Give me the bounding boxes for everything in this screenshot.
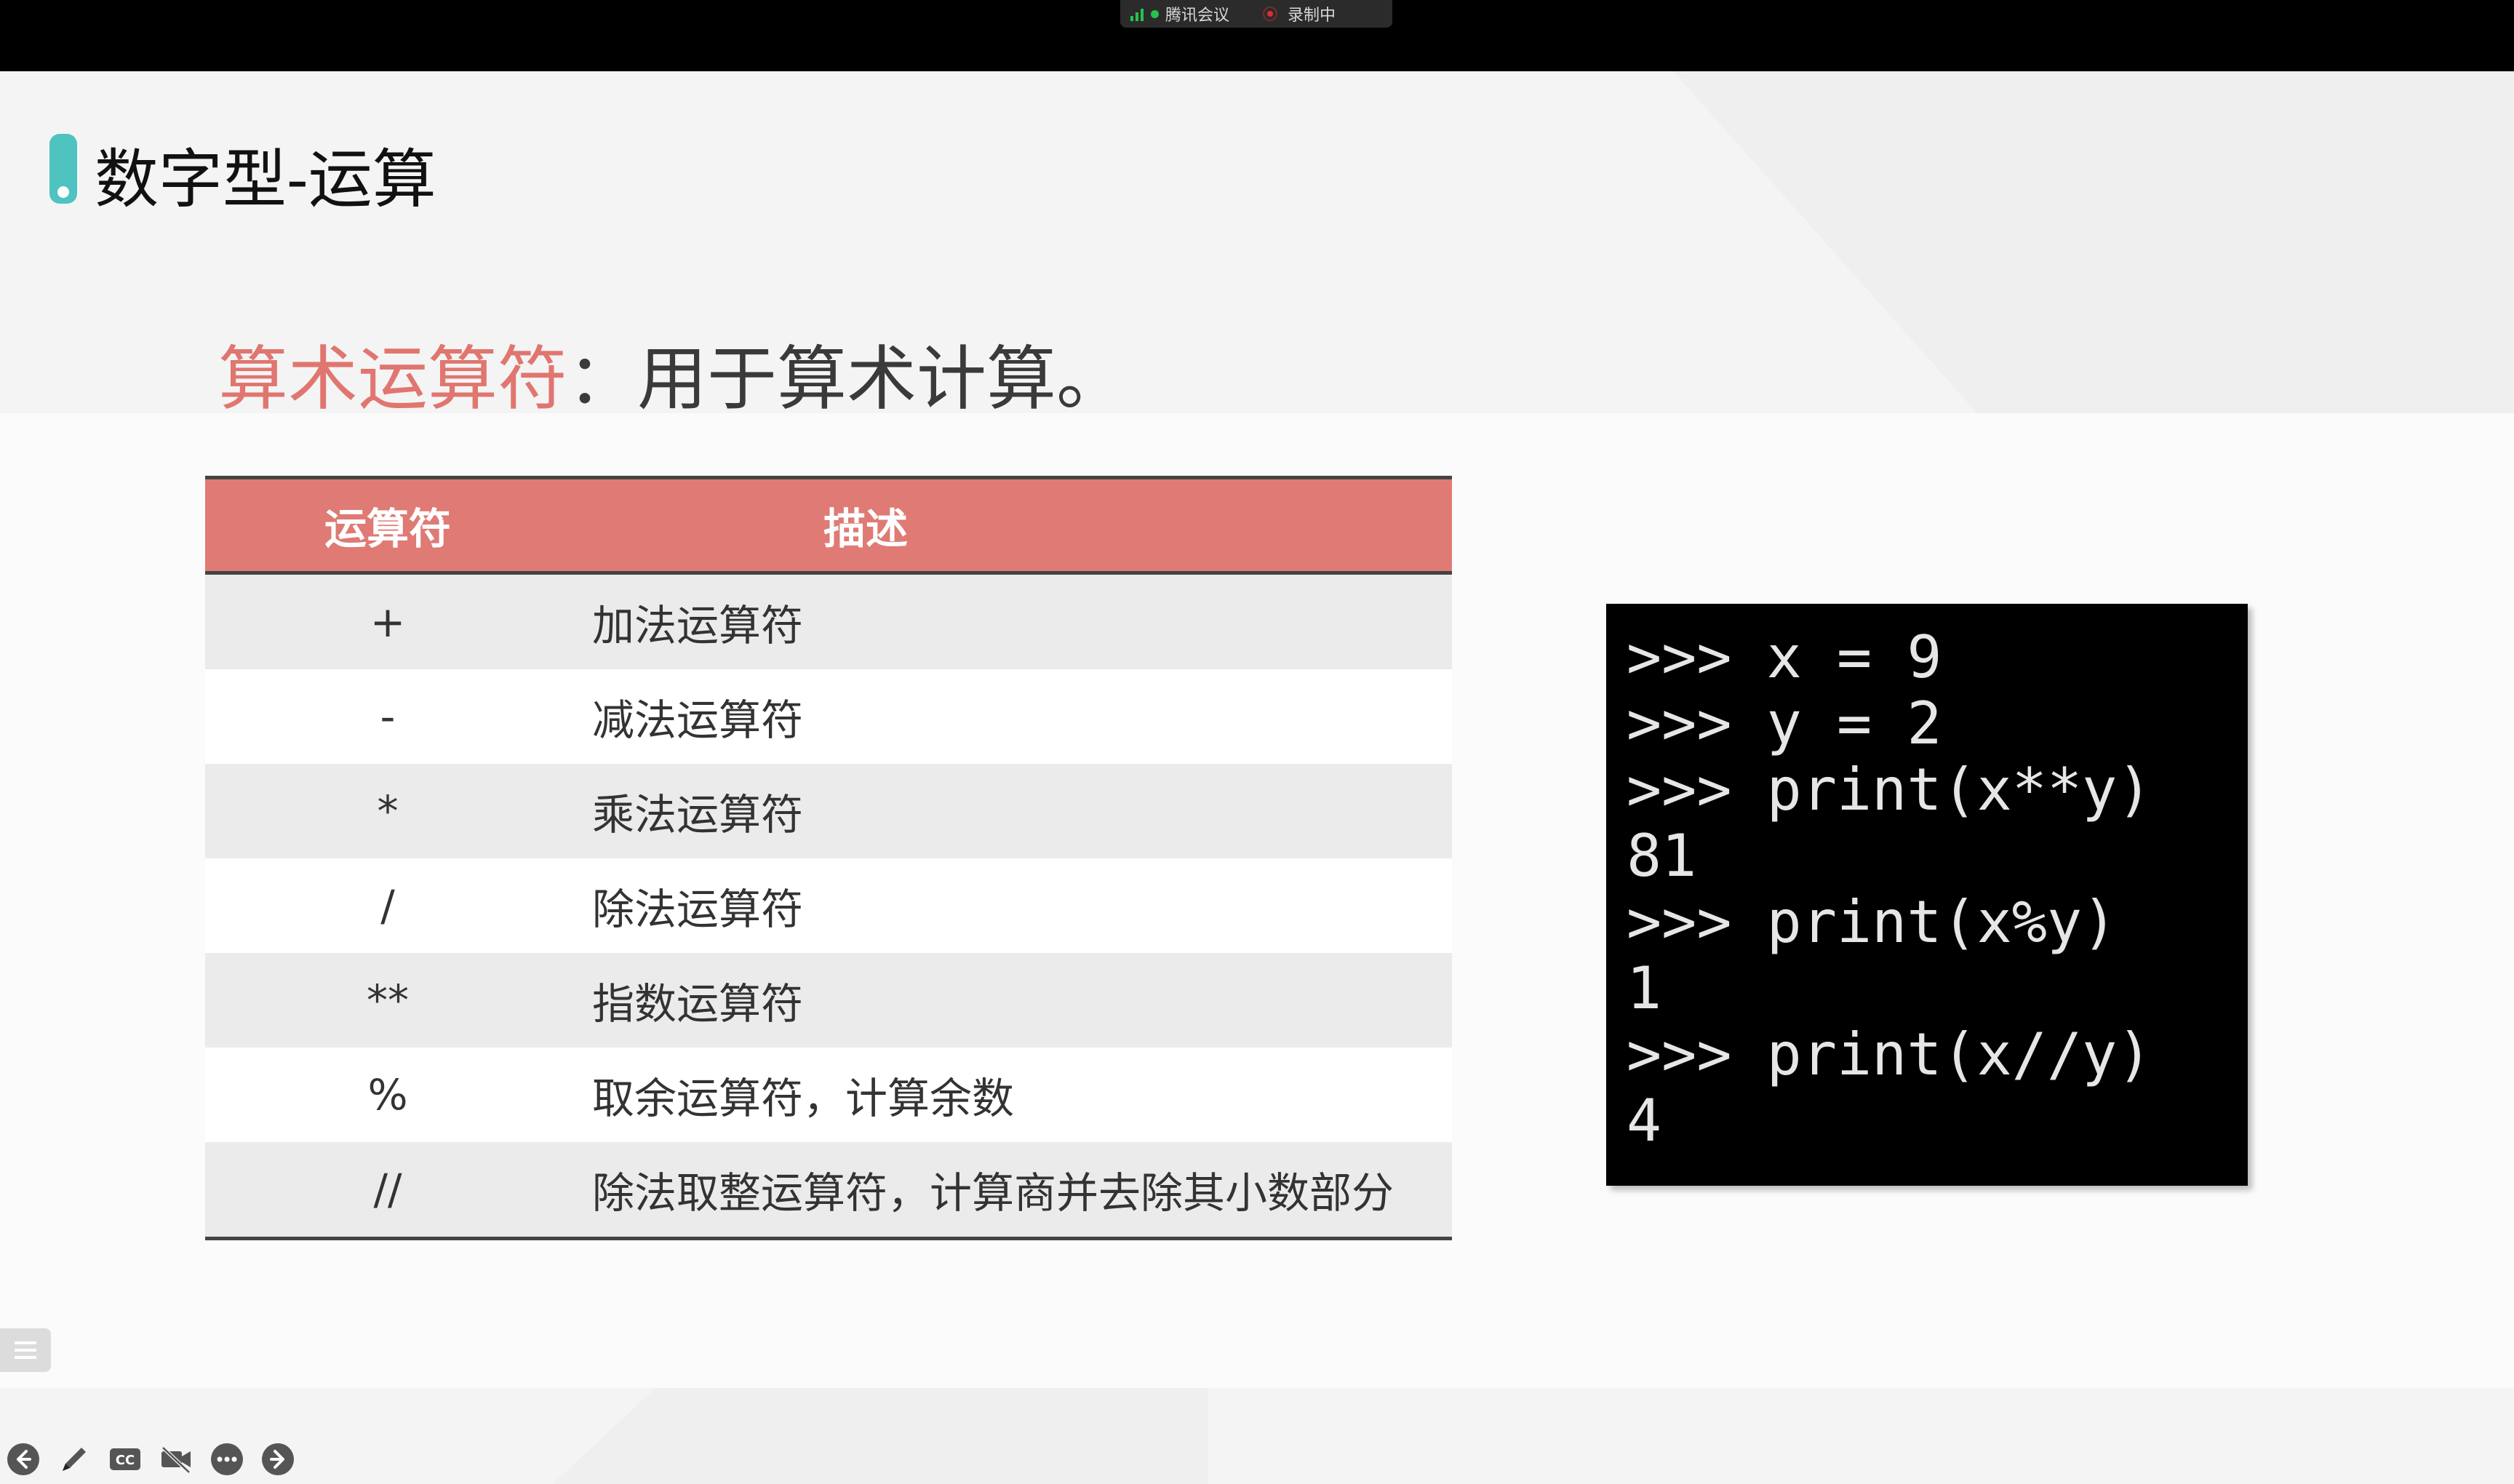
console-line: >>> x = 9 — [1627, 623, 1942, 691]
presentation-toolbar: CC — [6, 1442, 295, 1477]
operator-cell: % — [205, 1048, 570, 1142]
table-row: / 除法运算符 — [205, 858, 1452, 953]
record-icon — [1263, 7, 1278, 21]
subtitle-accent: 算术运算符 — [218, 338, 567, 420]
captions-icon[interactable]: CC — [108, 1442, 143, 1477]
description-cell: 取余运算符，计算余数 — [570, 1048, 1452, 1142]
list-icon-line — [15, 1356, 36, 1359]
title-marker-icon — [49, 134, 77, 204]
console-line: >>> print(x**y) — [1627, 756, 2152, 823]
video-off-icon[interactable] — [159, 1442, 193, 1477]
description-cell: 除法取整运算符，计算商并去除其小数部分 — [570, 1142, 1452, 1240]
list-icon-line — [15, 1341, 36, 1344]
list-icon-line — [15, 1349, 36, 1352]
console-line: >>> print(x%y) — [1627, 888, 2118, 956]
operator-cell: / — [205, 858, 570, 953]
header-description: 描述 — [570, 476, 1452, 575]
header-operator: 运算符 — [205, 476, 570, 575]
table-row: - 减法运算符 — [205, 669, 1452, 764]
slide-title: 数字型-运算 — [95, 142, 436, 217]
table-row: + 加法运算符 — [205, 573, 1452, 669]
console-line: 4 — [1627, 1087, 1662, 1154]
slide: 数字型-运算 算术运算符：用于算术计算。 运算符 描述 + 加法运算符 - 减法运算… — [0, 71, 2514, 1484]
table-row: * 乘法运算符 — [205, 764, 1452, 858]
recording-label: 录制中 — [1288, 7, 1336, 25]
svg-text:CC: CC — [116, 1453, 135, 1468]
slide-subtitle: 算术运算符：用于算术计算。 — [218, 322, 1126, 423]
subtitle-text: ：用于算术计算。 — [567, 338, 1126, 420]
console-line: >>> y = 2 — [1627, 690, 1942, 757]
console-line: >>> print(x//y) — [1627, 1021, 2152, 1088]
python-console: >>> x = 9 >>> y = 2 >>> print(x**y) 81 >… — [1606, 604, 2248, 1186]
operator-cell: - — [205, 669, 570, 764]
description-cell: 除法运算符 — [570, 858, 1452, 953]
operator-cell: ** — [205, 953, 570, 1048]
description-cell: 乘法运算符 — [570, 764, 1452, 858]
meeting-status-pill[interactable]: 腾讯会议 录制中 — [1120, 0, 1392, 28]
description-cell: 指数运算符 — [570, 953, 1452, 1048]
connection-dot-icon — [1151, 9, 1159, 18]
table-row: ** 指数运算符 — [205, 953, 1452, 1048]
operator-table: 运算符 描述 + 加法运算符 - 减法运算符 * 乘法运算符 / 除法运算符 ** 指数运… — [205, 476, 1452, 1240]
description-cell: 减法运算符 — [570, 669, 1452, 764]
operator-cell: // — [205, 1142, 570, 1240]
top-bar: 腾讯会议 录制中 — [0, 0, 2514, 71]
description-cell: 加法运算符 — [570, 573, 1452, 669]
table-row: % 取余运算符，计算余数 — [205, 1048, 1452, 1142]
pen-icon[interactable] — [57, 1442, 92, 1477]
arrow-right-icon[interactable] — [260, 1442, 295, 1477]
console-line: 81 — [1627, 822, 1697, 890]
signal-icon — [1130, 7, 1144, 21]
table-row: //除法取整运算符，计算商并去除其小数部分 — [205, 1142, 1452, 1240]
slide-list-toggle[interactable] — [0, 1328, 51, 1372]
arrow-left-icon[interactable] — [6, 1442, 41, 1477]
table-header-row: 运算符 描述 — [205, 476, 1452, 575]
operator-cell: + — [205, 573, 570, 669]
operator-cell: * — [205, 764, 570, 858]
meeting-app-name: 腾讯会议 — [1165, 7, 1230, 25]
console-line: 1 — [1627, 954, 1662, 1022]
more-icon[interactable] — [210, 1442, 244, 1477]
